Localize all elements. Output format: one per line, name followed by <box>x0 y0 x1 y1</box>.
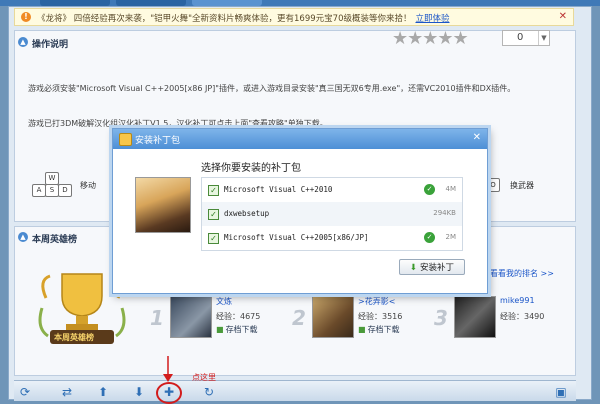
key-s: S <box>45 184 59 197</box>
hero-exp-1: 经验：4675 <box>216 312 261 321</box>
patch-row[interactable]: ✓ Microsoft Visual C++2010 ✓ 4M <box>202 178 462 202</box>
hero-avatar-1[interactable] <box>170 296 212 338</box>
hero-download-2[interactable]: 存档下载 <box>358 324 400 335</box>
installed-icon: ✓ <box>424 184 435 195</box>
rating-select[interactable]: 0 ▼ <box>502 30 550 46</box>
my-rank-link[interactable]: 看看我的排名 >> <box>490 268 554 279</box>
install-patch-dialog: 安装补丁包 ✕ 选择你要安装的补丁包 ✓ Microsoft Visual C+… <box>112 128 488 294</box>
key-o: O <box>486 178 500 192</box>
bottom-toolbar: ⟳ ⇄ ⬆ ⬇ ✚ ↻ ▣ <box>14 380 576 401</box>
patch-name: dxwebsetup <box>224 209 270 218</box>
heroes-title: 本周英雄榜 <box>32 235 78 245</box>
hero-avatar-3[interactable] <box>454 296 496 338</box>
hero-name-1[interactable]: 文炼 <box>216 296 232 307</box>
switch-weapon-label: 换武器 <box>510 181 534 190</box>
hero-avatar-2[interactable] <box>312 296 354 338</box>
dialog-title: 安装补丁包 <box>135 136 181 146</box>
hero-rank-1: 1 <box>150 306 164 330</box>
hero-rank-3: 3 <box>434 306 448 330</box>
patch-checkbox[interactable]: ✓ <box>208 233 219 244</box>
hero-rank-2: 2 <box>292 306 306 330</box>
hero-exp-3: 经验：3490 <box>500 312 545 321</box>
hero-name-2[interactable]: >花弄影< <box>358 296 395 307</box>
guide-section-icon: ▲ <box>18 37 28 47</box>
patch-row[interactable]: ✓ Microsoft Visual C++2005[x86/JP] ✓ 2M <box>202 226 462 250</box>
key-d: D <box>58 184 72 197</box>
rating-value: 0 <box>517 32 524 43</box>
notice-link[interactable]: 立即体验 <box>415 14 449 24</box>
patch-size: 294KB <box>433 209 456 217</box>
key-a: A <box>32 184 46 197</box>
share-icon[interactable]: ⇄ <box>60 385 74 399</box>
patch-list: ✓ Microsoft Visual C++2010 ✓ 4M ✓ dxwebs… <box>201 177 463 251</box>
up-icon[interactable]: ⬆ <box>96 385 110 399</box>
red-arrow-icon <box>163 356 173 382</box>
patch-checkbox[interactable]: ✓ <box>208 185 219 196</box>
patch-name: Microsoft Visual C++2005[x86/JP] <box>224 233 369 242</box>
hero-download-1[interactable]: 存档下载 <box>216 324 258 335</box>
notice-icon: ! <box>21 12 31 22</box>
notice-bar: ! 《龙将》 四倍经验再次来袭，"铠甲火舞"全新资料片畅爽体验，更有1699元宝… <box>14 8 574 26</box>
dialog-close-icon[interactable]: ✕ <box>473 132 481 143</box>
guide-title: 操作说明 <box>32 40 69 50</box>
dialog-heading: 选择你要安装的补丁包 <box>201 163 301 174</box>
trophy-label: 本周英雄榜 <box>54 333 94 342</box>
install-patch-button[interactable]: 安装补丁 <box>399 259 465 275</box>
heroes-section-icon: ▲ <box>18 232 28 242</box>
notice-text: 《龙将》 四倍经验再次来袭，"铠甲火舞"全新资料片畅爽体验，更有1699元宝70… <box>37 12 450 24</box>
rating-stars[interactable]: ★★★★★ <box>392 28 469 49</box>
package-icon <box>119 133 132 146</box>
redo-icon[interactable]: ↻ <box>202 385 216 399</box>
patch-row[interactable]: ✓ dxwebsetup 294KB <box>202 202 462 226</box>
annotation-label: 点这里 <box>192 373 216 382</box>
patch-size: 2M <box>445 233 457 241</box>
patch-checkbox[interactable]: ✓ <box>208 209 219 220</box>
game-character-image <box>135 177 191 233</box>
notice-message: 《龙将》 四倍经验再次来袭，"铠甲火舞"全新资料片畅爽体验，更有1699元宝70… <box>37 14 412 24</box>
hero-exp-2: 经验：3516 <box>358 312 403 321</box>
guide-line-1: 游戏必须安装"Microsoft Visual C++2005[x86 JP]"… <box>28 84 516 93</box>
dialog-title-bar[interactable]: 安装补丁包 ✕ <box>113 129 487 149</box>
chevron-down-icon[interactable]: ▼ <box>538 31 549 45</box>
close-icon[interactable]: ✕ <box>559 11 567 22</box>
patch-size: 4M <box>445 185 457 193</box>
refresh-icon[interactable]: ⟳ <box>18 385 32 399</box>
move-label: 移动 <box>80 181 96 190</box>
gamepad-icon[interactable]: ▣ <box>554 385 568 399</box>
installed-icon: ✓ <box>424 232 435 243</box>
down-icon[interactable]: ⬇ <box>132 385 146 399</box>
hero-name-3[interactable]: mike991 <box>500 296 535 305</box>
patch-name: Microsoft Visual C++2010 <box>224 185 333 194</box>
